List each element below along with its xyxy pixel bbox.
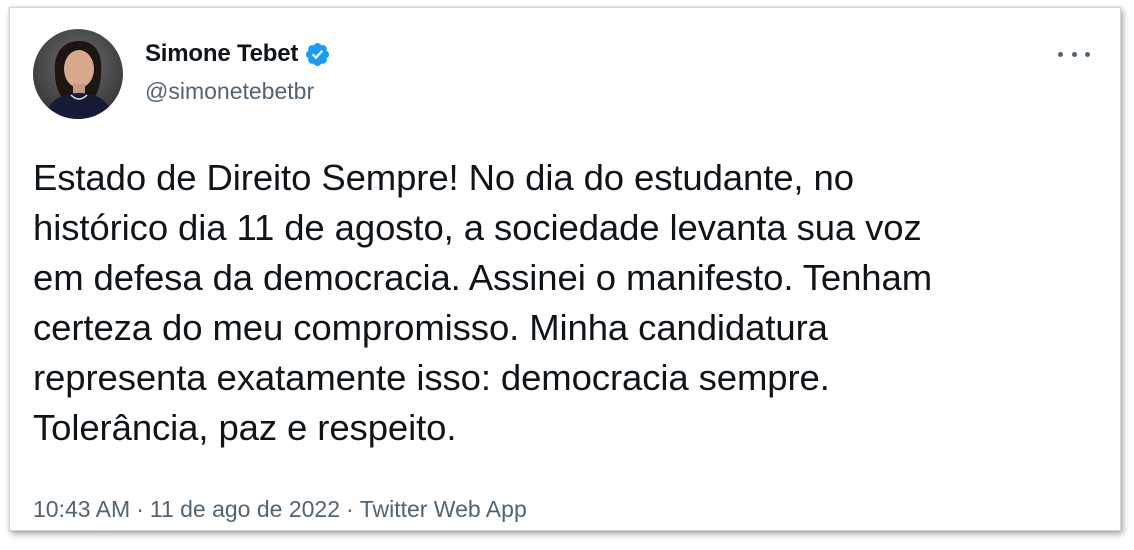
- tweet-date[interactable]: 11 de ago de 2022: [150, 496, 340, 522]
- screenshot-canvas: Simone Tebet @simonetebetbr Estado de Di…: [0, 0, 1134, 550]
- author-name-row: Simone Tebet: [145, 38, 331, 70]
- tweet-card: Simone Tebet @simonetebetbr Estado de Di…: [9, 7, 1121, 531]
- tweet-text: Estado de Direito Sempre! No dia do estu…: [33, 157, 933, 448]
- avatar[interactable]: [33, 29, 123, 119]
- author-handle[interactable]: @simonetebetbr: [145, 78, 314, 105]
- separator-dot: ·: [346, 496, 354, 522]
- more-horizontal-icon: [1058, 51, 1063, 57]
- avatar-image: [33, 29, 123, 119]
- more-options-button[interactable]: [1058, 44, 1090, 64]
- tweet-time[interactable]: 10:43 AM: [33, 496, 130, 522]
- author-display-name[interactable]: Simone Tebet: [145, 40, 298, 68]
- verified-badge-icon: [304, 41, 331, 68]
- more-horizontal-icon: [1071, 51, 1077, 57]
- tweet-metadata: 10:43 AM · 11 de ago de 2022 · Twitter Web A…: [33, 496, 527, 523]
- tweet-source[interactable]: Twitter Web App: [360, 496, 527, 522]
- more-horizontal-icon: [1085, 51, 1090, 57]
- separator-dot: ·: [136, 496, 144, 522]
